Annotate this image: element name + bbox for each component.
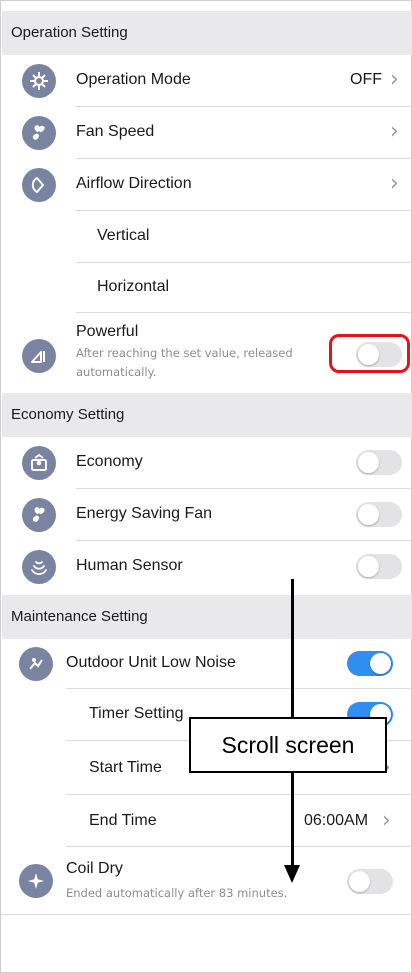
vertical-row[interactable]: Vertical — [1, 211, 412, 263]
airflow-direction-icon — [22, 168, 56, 202]
horizontal-row[interactable]: Horizontal — [1, 263, 412, 313]
operation-mode-icon — [22, 64, 56, 98]
coil-dry-description: Ended automatically after 83 minutes. — [66, 886, 288, 900]
start-time-label: Start Time — [89, 759, 162, 776]
chevron-right-icon: › — [390, 171, 399, 196]
timer-setting-label: Timer Setting — [89, 705, 184, 722]
human-sensor-toggle[interactable] — [356, 554, 402, 579]
settings-screen: Operation Setting Operation Mode OFF › F… — [0, 0, 412, 973]
divider — [1, 914, 412, 915]
economy-toggle[interactable] — [356, 450, 402, 475]
fan-speed-row[interactable]: Fan Speed › — [1, 107, 412, 159]
powerful-description: After reaching the set value, released a… — [76, 346, 293, 379]
fan-icon — [22, 116, 56, 150]
human-sensor-row: Human Sensor — [1, 541, 412, 593]
outdoor-unit-low-noise-toggle[interactable] — [347, 651, 393, 676]
economy-row: Economy — [1, 437, 412, 489]
coil-dry-row: Coil Dry Ended automatically after 83 mi… — [1, 847, 412, 915]
low-noise-icon — [19, 647, 53, 681]
arrow-down-icon — [284, 865, 300, 883]
outdoor-unit-low-noise-row: Outdoor Unit Low Noise — [1, 639, 412, 689]
vertical-label: Vertical — [97, 227, 150, 244]
horizontal-label: Horizontal — [97, 278, 170, 295]
scroll-screen-callout: Scroll screen — [189, 717, 387, 773]
outdoor-unit-low-noise-label: Outdoor Unit Low Noise — [66, 654, 236, 671]
human-sensor-label: Human Sensor — [76, 557, 183, 574]
operation-setting-header: Operation Setting — [2, 11, 412, 55]
energy-saving-fan-toggle[interactable] — [356, 502, 402, 527]
airflow-direction-row[interactable]: Airflow Direction › — [1, 159, 412, 211]
human-sensor-icon — [22, 550, 56, 584]
economy-setting-header: Economy Setting — [2, 393, 412, 437]
highlight-box — [329, 334, 410, 373]
end-time-label: End Time — [89, 812, 157, 829]
coil-dry-toggle[interactable] — [347, 869, 393, 894]
sparkle-icon — [19, 864, 53, 898]
chevron-right-icon: › — [382, 808, 391, 833]
fan-speed-label: Fan Speed — [76, 123, 155, 140]
chevron-right-icon: › — [390, 67, 399, 92]
powerful-label: Powerful — [76, 323, 139, 340]
fan-icon — [22, 498, 56, 532]
economy-label: Economy — [76, 453, 143, 470]
end-time-row[interactable]: End Time 06:00AM › — [1, 795, 412, 847]
maintenance-setting-header: Maintenance Setting — [2, 595, 412, 639]
airflow-direction-label: Airflow Direction — [76, 175, 192, 192]
coil-dry-label: Coil Dry — [66, 860, 123, 877]
economy-icon — [22, 446, 56, 480]
operation-mode-label: Operation Mode — [76, 71, 191, 88]
end-time-value: 06:00AM — [304, 812, 369, 829]
powerful-icon — [22, 339, 56, 373]
energy-saving-fan-label: Energy Saving Fan — [76, 505, 213, 522]
chevron-right-icon: › — [390, 119, 399, 144]
operation-mode-value: OFF — [350, 71, 382, 88]
operation-mode-row[interactable]: Operation Mode OFF › — [1, 55, 412, 107]
energy-saving-fan-row: Energy Saving Fan — [1, 489, 412, 541]
